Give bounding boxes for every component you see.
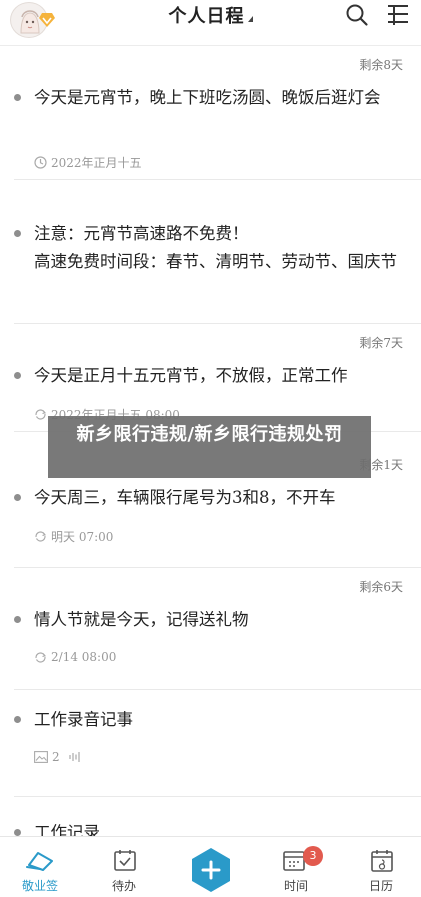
app-header: 个人日程	[0, 0, 421, 46]
overlay-banner: 新乡限行违规/新乡限行违规处罚	[48, 416, 371, 478]
menu-icon[interactable]	[386, 3, 410, 27]
item-date: 2022年正月十五	[51, 156, 142, 170]
item-text: 注意：元宵节高速路不免费！ 高速免费时间段：春节、清明节、劳动节、国庆节	[34, 224, 397, 271]
list-item[interactable]: 剩余8天 今天是元宵节，晚上下班吃汤圆、晚饭后逛灯会 2022年正月十五	[14, 46, 421, 180]
clock-icon	[34, 156, 47, 169]
item-meta: 2022年正月十五	[34, 154, 142, 171]
remaining-days: 剩余8天	[359, 58, 403, 72]
bullet	[14, 616, 21, 623]
tab-label: 待办	[111, 879, 136, 893]
bullet	[14, 829, 21, 836]
list-item[interactable]: 注意：元宵节高速路不免费！ 高速免费时间段：春节、清明节、劳动节、国庆节	[14, 180, 421, 324]
bottom-tab-bar: 敬业签 待办 3 时间 日历	[0, 836, 421, 897]
image-icon	[34, 751, 48, 763]
tab-label: 时间	[283, 879, 308, 893]
calendar-icon	[371, 850, 393, 872]
list-item[interactable]: 工作录音记事 2	[14, 690, 421, 797]
notification-badge: 3	[303, 846, 323, 866]
repeat-icon	[35, 531, 46, 542]
item-meta: 2	[34, 750, 88, 764]
tab-time[interactable]: 3 时间	[256, 837, 336, 897]
item-text: 今天是元宵节，晚上下班吃汤圆、晚饭后逛灯会	[34, 88, 381, 107]
list-item[interactable]: 剩余6天 情人节就是今天，记得送礼物 2/14 08:00	[14, 568, 421, 690]
bullet	[14, 494, 21, 501]
tab-calendar[interactable]: 日历	[341, 837, 421, 897]
bullet	[14, 230, 21, 237]
search-icon[interactable]	[345, 3, 369, 27]
item-date: 明天 07:00	[51, 530, 114, 544]
remaining-days: 剩余6天	[359, 580, 403, 594]
item-date: 2/14 08:00	[51, 650, 117, 664]
page-title[interactable]: 个人日程	[169, 2, 245, 28]
bullet	[14, 94, 21, 101]
item-text: 今天是正月十五元宵节，不放假，正常工作	[34, 366, 348, 385]
repeat-icon	[35, 409, 46, 420]
tab-notes[interactable]: 敬业签	[0, 837, 80, 897]
bullet	[14, 372, 21, 379]
audio-wave-icon	[69, 752, 80, 762]
tab-label: 敬业签	[21, 879, 58, 893]
item-meta: 2/14 08:00	[34, 650, 116, 664]
attachment-count: 2	[52, 750, 60, 764]
tab-todo[interactable]: 待办	[84, 837, 164, 897]
item-text: 情人节就是今天，记得送礼物	[34, 610, 249, 629]
repeat-icon	[35, 651, 46, 663]
item-text: 今天周三，车辆限行尾号为3和8，不开车	[34, 488, 336, 507]
add-icon[interactable]	[189, 846, 233, 894]
todo-check-icon	[114, 850, 136, 871]
bullet	[14, 716, 21, 723]
remaining-days: 剩余7天	[359, 336, 403, 350]
item-text: 工作录音记事	[34, 710, 133, 729]
notebook-icon	[26, 852, 53, 871]
tab-label: 日历	[368, 879, 393, 893]
item-meta: 明天 07:00	[34, 528, 113, 545]
caret-icon[interactable]	[247, 16, 253, 22]
